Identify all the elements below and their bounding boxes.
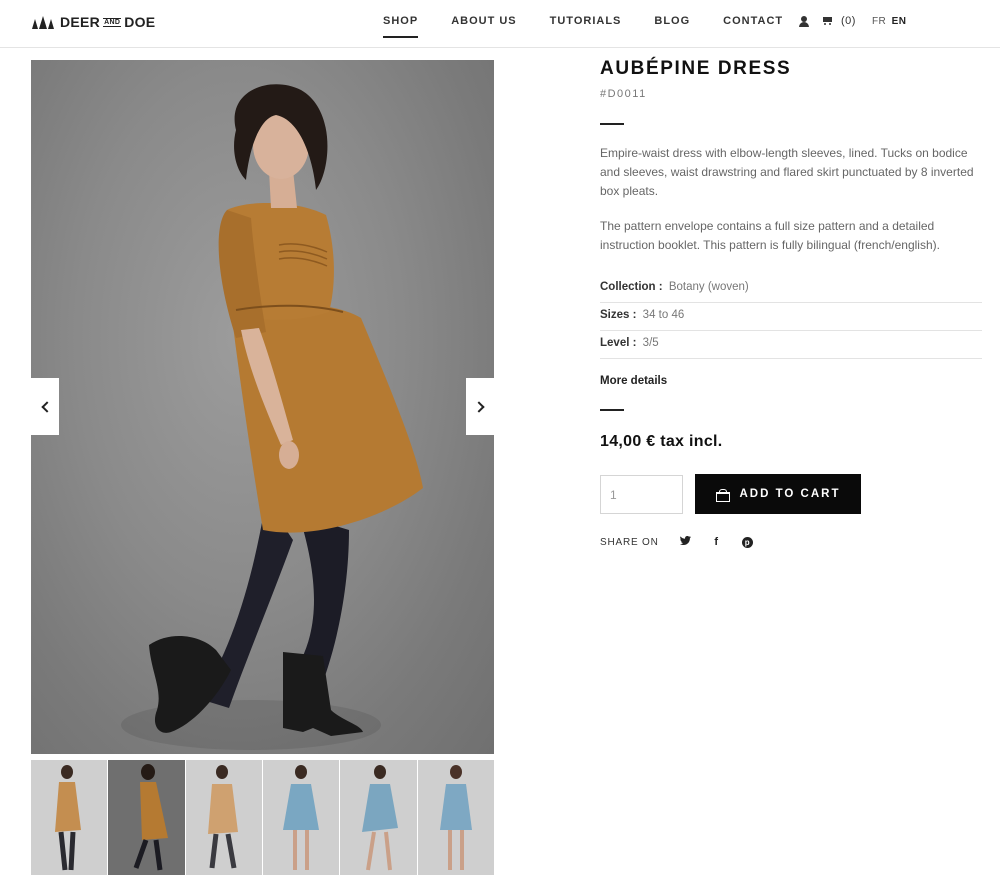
twitter-icon[interactable] (679, 536, 693, 548)
thumbnail-1[interactable] (31, 760, 108, 875)
spec-row-collection: Collection : Botany (woven) (600, 275, 982, 303)
description-paragraph-1: Empire-waist dress with elbow-length sle… (600, 146, 974, 198)
gallery-prev-button[interactable] (31, 378, 59, 435)
spec-value: Botany (woven) (668, 281, 749, 293)
description-paragraph-2: The pattern envelope contains a full siz… (600, 219, 940, 252)
spec-value: 3/5 (642, 337, 659, 349)
spec-value: 34 to 46 (642, 309, 685, 321)
nav-item-contact[interactable]: CONTACT (723, 0, 783, 42)
nav-item-shop[interactable]: SHOP (383, 0, 419, 42)
add-to-cart-label: ADD TO CART (739, 488, 841, 500)
thumbnail-5[interactable] (340, 760, 417, 875)
share-bar: SHARE ON f p (600, 536, 755, 548)
product-price: 14,00 € tax incl. (600, 433, 723, 450)
chevron-left-icon (40, 400, 53, 413)
spec-row-sizes: Sizes : 34 to 46 (600, 303, 982, 331)
logo-text-doe: DOE (124, 14, 156, 30)
spec-separator: : (632, 309, 637, 321)
spec-separator: : (658, 281, 663, 293)
spec-key: Sizes (600, 309, 630, 321)
header-tools: (0) FR EN (799, 0, 906, 42)
divider (600, 123, 624, 125)
brand-logo[interactable]: DEER AND DOE (32, 14, 155, 30)
pinterest-icon[interactable]: p (742, 537, 754, 548)
quantity-input[interactable] (600, 475, 683, 514)
cart-count[interactable]: (0) (841, 15, 856, 27)
spec-key: Level (600, 337, 630, 349)
user-icon[interactable] (799, 15, 809, 27)
divider (600, 409, 624, 411)
main-nav: SHOP ABOUT US TUTORIALS BLOG CONTACT (383, 0, 816, 48)
lang-fr-link[interactable]: FR (872, 16, 886, 27)
thumbnail-3[interactable] (185, 760, 262, 875)
spec-row-level: Level : 3/5 (600, 331, 982, 359)
thumbnail-strip (31, 760, 494, 875)
nav-item-blog[interactable]: BLOG (654, 0, 690, 42)
thumbnail-6[interactable] (417, 760, 494, 875)
spec-separator: : (632, 337, 637, 349)
product-title: AUBÉPINE DRESS (600, 58, 792, 79)
product-info: AUBÉPINE DRESS #D0011 Empire-waist dress… (600, 58, 982, 548)
basket-icon (715, 489, 731, 502)
cart-icon[interactable] (821, 16, 833, 26)
model-illustration (149, 84, 423, 736)
thumbnail-2[interactable] (108, 760, 185, 875)
share-label: SHARE ON (600, 536, 659, 548)
lang-en-link[interactable]: EN (892, 16, 907, 27)
nav-item-about-us[interactable]: ABOUT US (451, 0, 516, 42)
facebook-icon[interactable]: f (710, 536, 724, 548)
site-header: DEER AND DOE SHOP ABOUT US TUTORIALS BLO… (0, 0, 1000, 48)
spec-key: Collection (600, 281, 656, 293)
logo-text-deer: DEER (60, 14, 101, 30)
nav-item-tutorials[interactable]: TUTORIALS (550, 0, 622, 42)
language-switcher: FR EN (872, 16, 907, 27)
logo-text-and: AND (103, 17, 122, 27)
thumbnail-4[interactable] (262, 760, 340, 875)
trees-logo-icon (32, 15, 54, 29)
more-details-link[interactable]: More details (600, 375, 667, 387)
product-reference: #D0011 (600, 88, 647, 100)
product-description: Empire-waist dress with elbow-length sle… (600, 144, 982, 255)
gallery-next-button[interactable] (466, 378, 494, 435)
product-main-image (31, 60, 494, 754)
chevron-right-icon (472, 400, 485, 413)
product-specs: Collection : Botany (woven) Sizes : 34 t… (600, 275, 982, 359)
add-to-cart-button[interactable]: ADD TO CART (695, 474, 861, 514)
